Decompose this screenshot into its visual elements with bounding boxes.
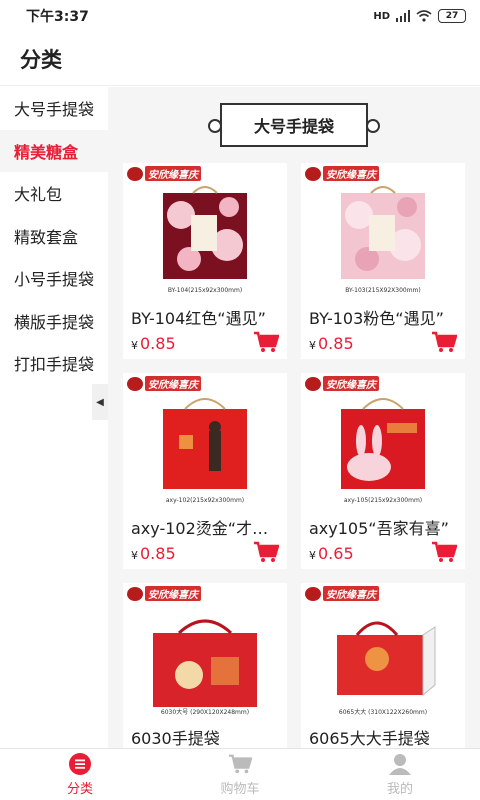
page-title: 分类 — [20, 47, 62, 72]
tab-label: 购物车 — [220, 781, 260, 797]
sidebar-item-box-set[interactable]: 精致套盒 — [0, 215, 108, 258]
product-name: BY-104红色“遇见” — [131, 309, 266, 328]
price-value: 0.85 — [318, 334, 354, 353]
product-image — [163, 398, 247, 489]
sidebar-item-horizontal-bag[interactable]: 横版手提袋 — [0, 300, 108, 343]
sidebar-item-small-bag[interactable]: 小号手提袋 — [0, 257, 108, 300]
bottom-tab-bar: 分类 购物车 我的 — [0, 748, 480, 800]
product-image — [341, 186, 425, 279]
tab-cart[interactable]: 购物车 — [160, 749, 320, 800]
add-to-cart-icon[interactable] — [253, 331, 279, 353]
brand-label: 安欣缘喜庆 — [145, 376, 201, 391]
collapse-sidebar-button[interactable]: ◀ — [92, 384, 108, 420]
section-title: 大号手提袋 — [208, 103, 380, 147]
product-image — [337, 621, 436, 697]
currency-symbol: ¥ — [309, 339, 316, 352]
sidebar-item-large-bag[interactable]: 大号手提袋 — [0, 87, 108, 130]
product-name: BY-103粉色“遇见” — [309, 309, 444, 328]
price-value: 0.85 — [140, 544, 176, 563]
product-spec: BY-103(215X92X300mm) — [345, 287, 421, 294]
brand-logo: 安欣缘喜庆 — [127, 166, 201, 181]
sidebar-item-label: 大号手提袋 — [14, 100, 95, 120]
section-banner: 大号手提袋 — [108, 87, 480, 163]
sidebar-item-label: 打扣手提袋 — [14, 355, 95, 375]
price-value: 0.85 — [140, 334, 176, 353]
product-card[interactable]: 安欣缘喜庆 6030大号 (290X120X248mm) 6030手提袋 — [123, 583, 287, 748]
chevron-left-icon: ◀ — [96, 396, 104, 408]
user-icon — [388, 753, 412, 775]
sidebar-item-button-bag[interactable]: 打扣手提袋 — [0, 342, 108, 385]
add-to-cart-icon[interactable] — [431, 331, 457, 353]
seal-icon — [127, 376, 143, 391]
status-bar: 下午3:37 HD 27 — [0, 0, 480, 32]
price-value: 0.65 — [318, 544, 354, 563]
status-time: 下午3:37 — [26, 9, 89, 25]
menu-icon — [68, 752, 92, 775]
product-card[interactable]: 安欣缘喜庆 axy-105(215x92x300mm) axy105“吾家有喜”… — [301, 373, 465, 569]
product-card[interactable]: 安欣缘喜庆 BY-103(215X92X300mm) BY-103粉色“遇见” … — [301, 163, 465, 359]
seal-icon — [305, 376, 321, 391]
wifi-icon — [416, 10, 432, 22]
sidebar-item-gift-pack[interactable]: 大礼包 — [0, 172, 108, 215]
tab-category[interactable]: 分类 — [0, 749, 160, 800]
product-price: ¥0.85 — [131, 544, 176, 563]
product-image — [153, 619, 257, 707]
seal-icon — [305, 166, 321, 181]
product-spec: axy-105(215x92x300mm) — [343, 497, 423, 504]
product-spec: BY-104(215x92x300mm) — [167, 287, 243, 294]
brand-logo: 安欣缘喜庆 — [127, 586, 201, 601]
brand-logo: 安欣缘喜庆 — [305, 376, 379, 391]
product-name: axy-102烫金“才… — [131, 519, 269, 538]
signal-icon — [396, 10, 410, 22]
product-grid: 安欣缘喜庆 BY-104(215x92x300mm) BY-104红色“遇见” … — [123, 163, 465, 748]
product-price: ¥0.65 — [309, 544, 354, 563]
product-name: axy105“吾家有喜” — [309, 519, 449, 538]
tab-label: 分类 — [66, 781, 93, 797]
product-card[interactable]: 安欣缘喜庆 6065大大 (310X122X260mm) 6065大大手提袋 — [301, 583, 465, 748]
seal-icon — [305, 586, 321, 601]
brand-logo: 安欣缘喜庆 — [305, 586, 379, 601]
product-image — [341, 398, 425, 489]
brand-label: 安欣缘喜庆 — [323, 586, 379, 601]
seal-icon — [127, 166, 143, 181]
page-header: 分类 — [0, 32, 480, 86]
cart-icon — [228, 753, 252, 775]
sidebar-item-label: 精致套盒 — [14, 227, 79, 247]
product-name: 6065大大手提袋 — [309, 729, 430, 748]
product-image — [163, 186, 247, 279]
product-price: ¥0.85 — [309, 334, 354, 353]
currency-symbol: ¥ — [131, 549, 138, 562]
product-card[interactable]: 安欣缘喜庆 BY-104(215x92x300mm) BY-104红色“遇见” … — [123, 163, 287, 359]
sidebar-item-label: 大礼包 — [14, 185, 63, 205]
status-icons: HD 27 — [373, 9, 466, 23]
main-body: 大号手提袋 精美糖盒 大礼包 精致套盒 小号手提袋 横版手提袋 打扣手提袋 ◀ … — [0, 87, 480, 748]
product-content: 大号手提袋 安欣缘喜庆 BY-104(215x92x300mm) BY-104红… — [108, 87, 480, 748]
add-to-cart-icon[interactable] — [253, 541, 279, 563]
brand-logo: 安欣缘喜庆 — [305, 166, 379, 181]
product-spec: 6030大号 (290X120X248mm) — [160, 709, 250, 716]
product-spec: axy-102(215x92x300mm) — [165, 497, 245, 504]
add-to-cart-icon[interactable] — [431, 541, 457, 563]
sidebar-item-label: 横版手提袋 — [14, 312, 95, 332]
brand-label: 安欣缘喜庆 — [323, 376, 379, 391]
battery-icon: 27 — [438, 9, 466, 23]
product-card[interactable]: 安欣缘喜庆 axy-102(215x92x300mm) axy-102烫金“才…… — [123, 373, 287, 569]
brand-label: 安欣缘喜庆 — [145, 166, 201, 181]
brand-label: 安欣缘喜庆 — [145, 586, 201, 601]
brand-logo: 安欣缘喜庆 — [127, 376, 201, 391]
sidebar-item-label: 精美糖盒 — [14, 142, 79, 162]
seal-icon — [127, 586, 143, 601]
currency-symbol: ¥ — [309, 549, 316, 562]
currency-symbol: ¥ — [131, 339, 138, 352]
sidebar-item-label: 小号手提袋 — [14, 270, 95, 290]
tab-mine[interactable]: 我的 — [320, 749, 480, 800]
tab-label: 我的 — [386, 781, 413, 797]
brand-label: 安欣缘喜庆 — [323, 166, 379, 181]
product-name: 6030手提袋 — [131, 729, 220, 748]
product-price: ¥0.85 — [131, 334, 176, 353]
product-spec: 6065大大 (310X122X260mm) — [338, 709, 428, 716]
signal-label: HD — [373, 10, 390, 22]
sidebar-item-candy-box[interactable]: 精美糖盒 — [0, 129, 108, 172]
